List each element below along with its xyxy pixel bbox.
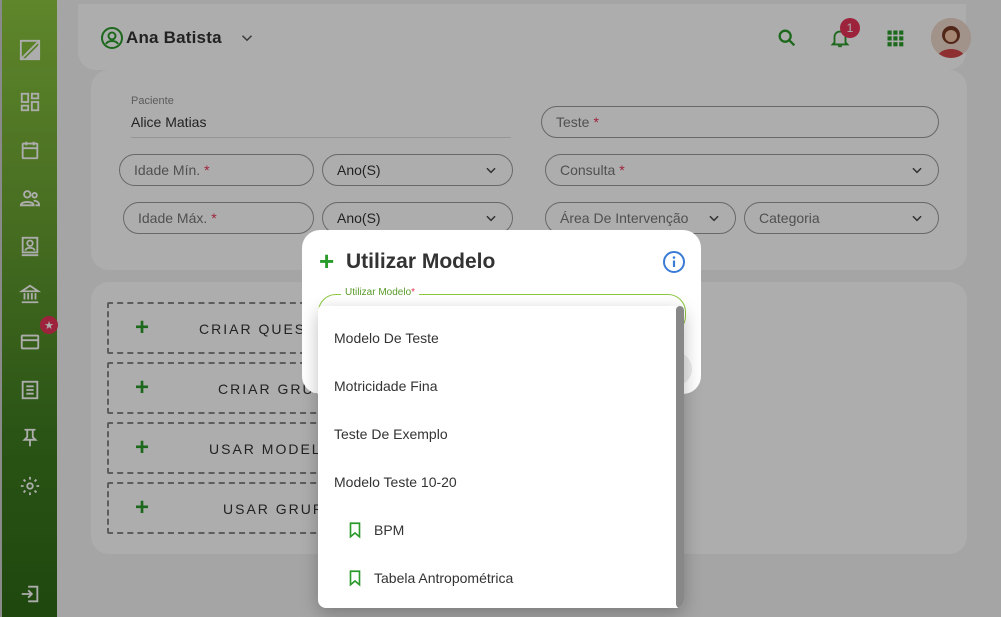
dialog-title: Utilizar Modelo: [346, 250, 496, 273]
dropdown-option[interactable]: BPM: [318, 506, 676, 554]
modelo-dropdown: Modelo De Teste Motricidade Fina Teste D…: [318, 306, 684, 608]
dropdown-option[interactable]: Modelo De Teste: [318, 314, 676, 362]
plus-icon: +: [319, 246, 335, 276]
dropdown-option[interactable]: Motricidade Fina: [318, 362, 676, 410]
bookmark-icon: [349, 570, 361, 587]
utilizar-modelo-label: Utilizar Modelo: [345, 287, 412, 298]
dropdown-option[interactable]: Tabela Antropométrica: [318, 554, 676, 602]
bookmark-icon: [349, 522, 361, 539]
dropdown-option[interactable]: Modelo Teste 10-20: [318, 458, 676, 506]
dropdown-scrollbar[interactable]: [676, 306, 684, 608]
dropdown-option[interactable]: Teste De Exemplo: [318, 410, 676, 458]
info-icon[interactable]: [662, 250, 686, 274]
